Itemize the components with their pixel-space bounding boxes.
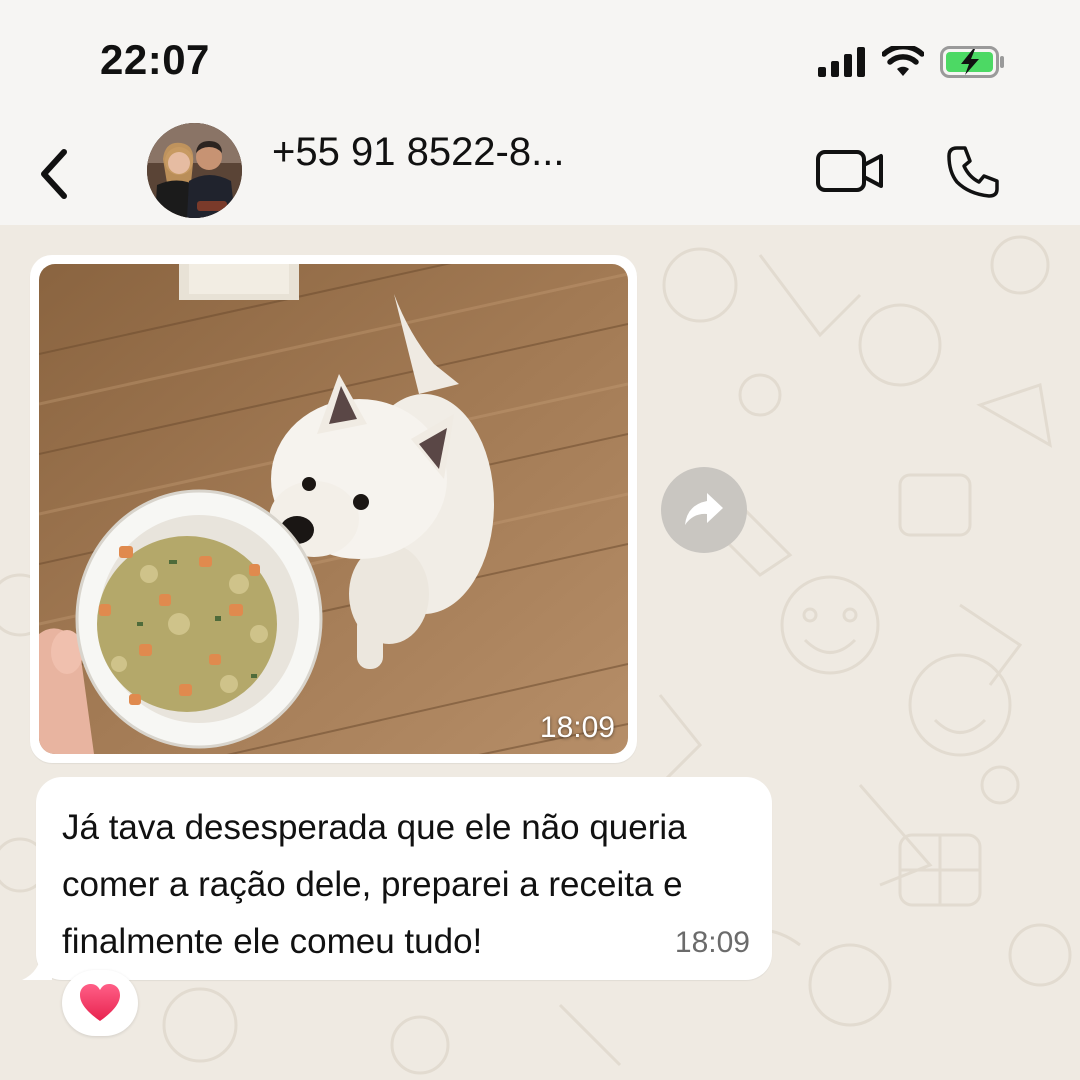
signal-icon [818, 47, 865, 77]
chat-area[interactable]: 18:09 Já tava desesperada que ele não qu… [0, 225, 1080, 1080]
back-chevron-icon[interactable] [34, 144, 74, 204]
dog-with-food-bowl-photo[interactable] [39, 264, 628, 754]
bubble-tail [22, 950, 52, 980]
image-message-bubble[interactable]: 18:09 [30, 255, 637, 763]
status-icons [818, 42, 1006, 82]
text-message-bubble[interactable]: Já tava desesperada que ele não queria c… [22, 777, 772, 980]
forward-arrow-icon [685, 493, 723, 525]
contact-name[interactable]: +55 91 8522-8... [272, 130, 564, 175]
contact-avatar[interactable] [147, 123, 242, 218]
battery-charging-icon [940, 46, 1004, 78]
phone-call-icon[interactable] [945, 144, 1001, 200]
image-message-time: 18:09 [539, 711, 615, 744]
status-time: 22:07 [100, 36, 210, 83]
status-bar: 22:07 [0, 0, 1080, 110]
message-text: Já tava desesperada que ele não queria c… [62, 808, 687, 961]
wifi-icon [882, 46, 924, 76]
forward-button[interactable] [661, 467, 747, 553]
video-call-icon[interactable] [815, 148, 885, 194]
chat-header: +55 91 8522-8... [0, 110, 1080, 225]
heart-icon [80, 984, 120, 1021]
reaction-badge[interactable] [62, 970, 138, 1036]
message-time: 18:09 [674, 926, 750, 959]
